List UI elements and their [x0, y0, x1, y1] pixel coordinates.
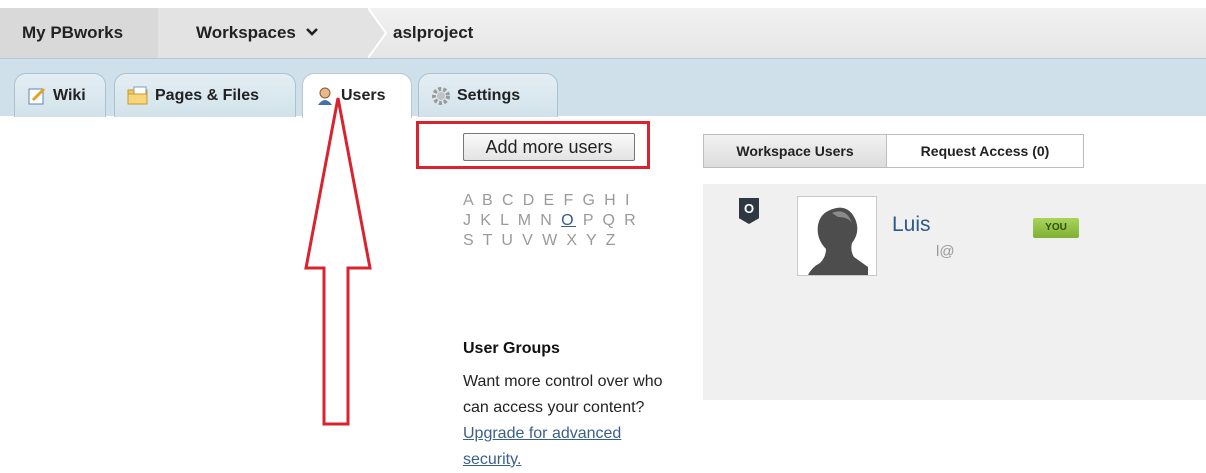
tab-request-access[interactable]: Request Access (0)	[886, 134, 1084, 168]
tab-label: Wiki	[53, 86, 86, 104]
user-silhouette-icon	[808, 207, 868, 275]
you-badge: YOU	[1033, 218, 1079, 238]
breadcrumb: My PBworks Workspaces aslproject	[0, 8, 1206, 58]
arrow-up-annotation	[304, 97, 372, 426]
avatar[interactable]	[797, 196, 877, 276]
user-groups-text: Want more control over who can access yo…	[463, 373, 663, 416]
user-list-panel	[703, 184, 1206, 400]
tab-bar: Wiki Pages & Files Users Settings	[0, 58, 1206, 118]
chevron-down-icon	[305, 28, 318, 36]
alphabet-row: J K L M N O P Q R	[463, 211, 663, 231]
tab-workspace-users[interactable]: Workspace Users	[703, 134, 887, 168]
user-groups-description: Want more control over who can access yo…	[463, 369, 678, 473]
folder-icon	[127, 86, 148, 104]
edit-page-icon	[28, 87, 46, 104]
tab-label: Pages & Files	[155, 86, 260, 104]
alphabet-filter: A B C D E F G H I J K L M N O P Q R S T …	[463, 191, 663, 251]
user-groups-heading: User Groups	[463, 340, 560, 357]
alphabet-letter-selected[interactable]: O	[561, 212, 576, 229]
gear-icon	[432, 86, 450, 105]
breadcrumb-project[interactable]: aslproject	[368, 8, 473, 58]
user-email: l@	[936, 243, 955, 260]
breadcrumb-workspaces[interactable]: Workspaces	[158, 8, 368, 58]
tab-wiki[interactable]: Wiki	[14, 73, 106, 117]
tab-settings[interactable]: Settings	[418, 73, 558, 117]
tab-label: Settings	[457, 86, 521, 104]
user-name[interactable]: Luis	[892, 213, 931, 237]
upgrade-link[interactable]: Upgrade for advanced security.	[463, 425, 621, 468]
alphabet-row[interactable]: S T U V W X Y Z	[463, 231, 663, 251]
workspaces-label: Workspaces	[196, 23, 296, 42]
alphabet-letters[interactable]: J K L M N	[463, 212, 554, 229]
tab-pages-files[interactable]: Pages & Files	[114, 73, 296, 117]
breadcrumb-my-pbworks[interactable]: My PBworks	[0, 8, 158, 58]
alphabet-letters[interactable]: P Q R	[583, 212, 638, 229]
alphabet-row[interactable]: A B C D E F G H I	[463, 191, 663, 211]
highlight-box-annotation	[416, 121, 650, 169]
